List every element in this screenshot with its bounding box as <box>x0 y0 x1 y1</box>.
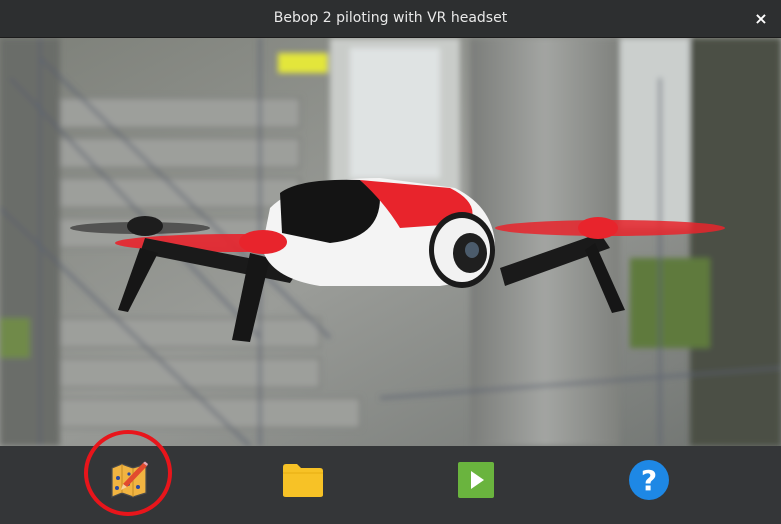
app-window: Bebop 2 piloting with VR headset × ? <box>0 0 781 524</box>
folder-icon <box>283 464 323 497</box>
bottom-toolbar: ? <box>0 446 781 524</box>
title-bar: Bebop 2 piloting with VR headset × <box>0 0 781 38</box>
help-button[interactable]: ? <box>623 454 675 506</box>
folder-button[interactable] <box>277 454 329 506</box>
map-edit-button[interactable] <box>103 454 155 506</box>
help-glyph: ? <box>641 464 657 497</box>
help-icon: ? <box>629 460 669 500</box>
play-icon <box>458 462 494 498</box>
play-button[interactable] <box>450 454 502 506</box>
drone-photo-image <box>0 38 781 446</box>
drone-photo <box>0 38 781 446</box>
map-edit-icon <box>111 461 148 498</box>
close-button[interactable]: × <box>751 9 771 29</box>
window-title: Bebop 2 piloting with VR headset <box>273 10 508 26</box>
